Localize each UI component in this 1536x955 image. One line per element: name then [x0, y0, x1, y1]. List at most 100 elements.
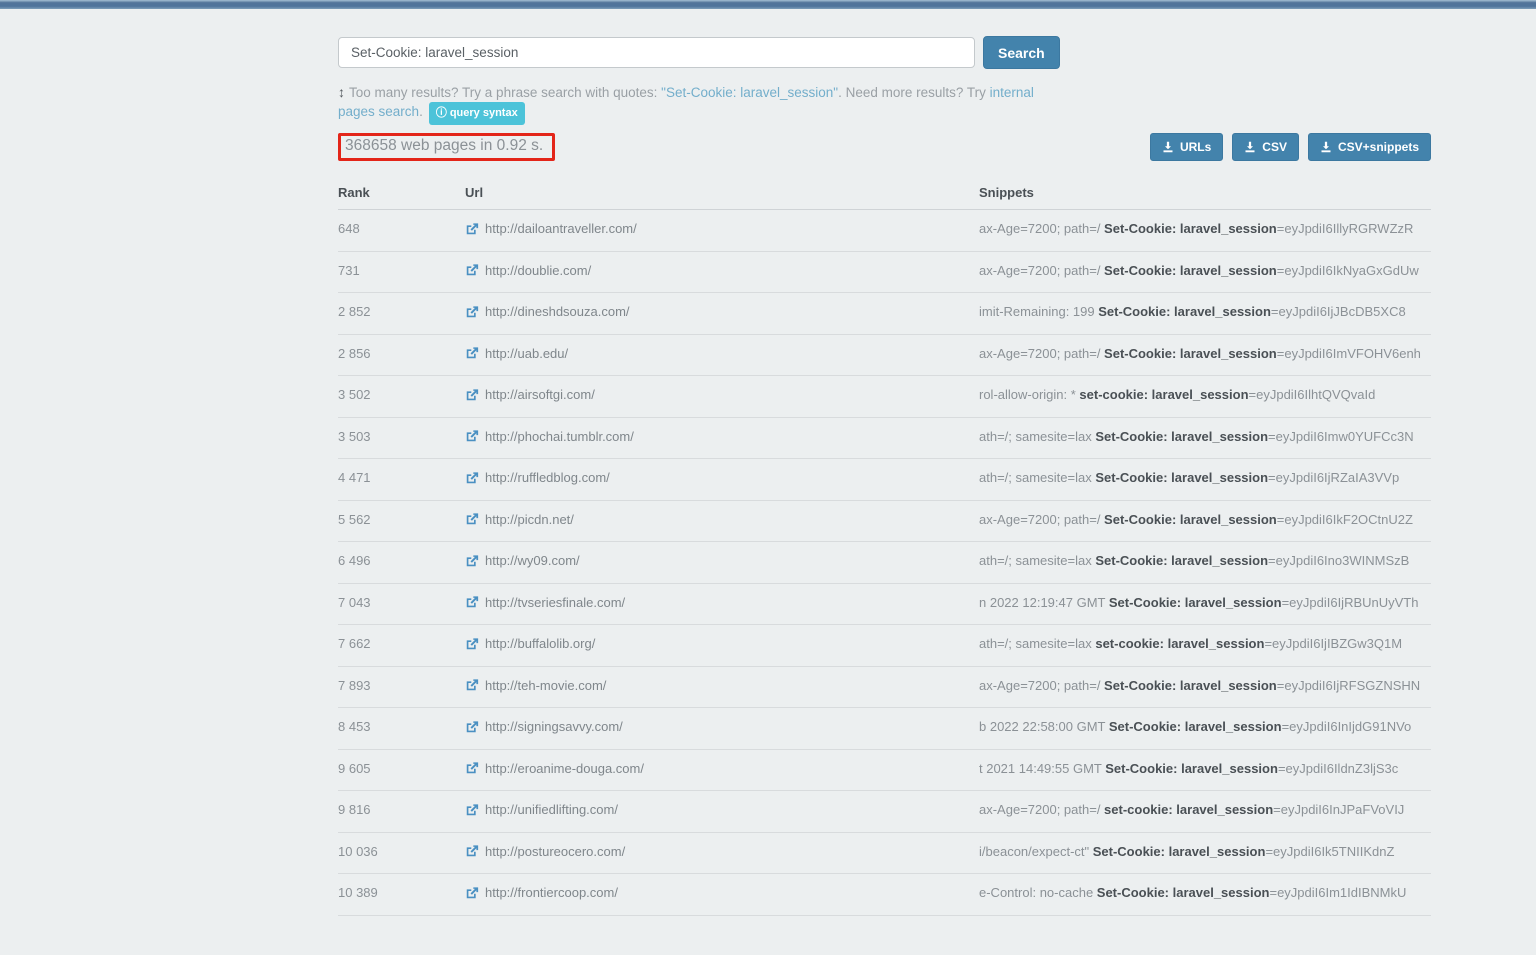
- table-row: 4 471 http://ruffledblog.com/ ath=/; sam…: [338, 459, 1431, 501]
- url-cell: http://postureocero.com/: [465, 832, 979, 874]
- table-row: 7 043 http://tvseriesfinale.com/ n 2022 …: [338, 583, 1431, 625]
- url-link[interactable]: http://signingsavvy.com/: [465, 717, 623, 736]
- snippet-prefix: ath=/; samesite=lax: [979, 470, 1095, 485]
- table-header-row: Rank Url Snippets: [338, 177, 1431, 210]
- snippet-cell: i/beacon/expect-ct" Set-Cookie: laravel_…: [979, 832, 1431, 874]
- export-csv-snippets-label: CSV+snippets: [1338, 140, 1419, 154]
- url-text: http://eroanime-douga.com/: [485, 759, 644, 778]
- rank-cell: 7 893: [338, 666, 465, 708]
- url-cell: http://buffalolib.org/: [465, 625, 979, 667]
- url-link[interactable]: http://unifiedlifting.com/: [465, 800, 618, 819]
- hint-text-middle: . Need more results? Try: [838, 85, 990, 100]
- snippet-cell: ax-Age=7200; path=/ Set-Cookie: laravel_…: [979, 500, 1431, 542]
- search-input[interactable]: [338, 37, 975, 68]
- snippet-value: =eyJpdiI6IjJBcDB5XC8: [1271, 304, 1406, 319]
- search-button[interactable]: Search: [983, 36, 1060, 69]
- url-link[interactable]: http://airsoftgi.com/: [465, 385, 595, 404]
- snippets-header: Snippets: [979, 177, 1431, 210]
- snippet-cell: t 2021 14:49:55 GMT Set-Cookie: laravel_…: [979, 749, 1431, 791]
- url-link[interactable]: http://buffalolib.org/: [465, 634, 595, 653]
- url-cell: http://ruffledblog.com/: [465, 459, 979, 501]
- export-urls-button[interactable]: URLs: [1150, 133, 1223, 161]
- results-table: Rank Url Snippets 648 http://dailoantrav…: [338, 177, 1431, 916]
- top-accent-bar: [0, 0, 1536, 9]
- hint-text-after: .: [419, 104, 423, 119]
- snippet-highlight: Set-Cookie: laravel_session: [1104, 346, 1277, 361]
- rank-cell: 731: [338, 251, 465, 293]
- table-row: 3 502 http://airsoftgi.com/ rol-allow-or…: [338, 376, 1431, 418]
- updown-arrow-icon: ↕: [338, 84, 345, 100]
- external-link-icon: [465, 637, 479, 651]
- snippet-highlight: Set-Cookie: laravel_session: [1097, 885, 1270, 900]
- snippet-prefix: ath=/; samesite=lax: [979, 636, 1095, 651]
- url-link[interactable]: http://doublie.com/: [465, 261, 591, 280]
- url-text: http://dineshdsouza.com/: [485, 302, 630, 321]
- snippet-value: =eyJpdiI6IjRZaIA3VVp: [1268, 470, 1399, 485]
- rank-cell: 4 471: [338, 459, 465, 501]
- rank-cell: 2 852: [338, 293, 465, 335]
- rank-cell: 9 605: [338, 749, 465, 791]
- rank-cell: 10 389: [338, 874, 465, 916]
- url-link[interactable]: http://wy09.com/: [465, 551, 580, 570]
- snippet-cell: ax-Age=7200; path=/ Set-Cookie: laravel_…: [979, 334, 1431, 376]
- hint-text-before: Too many results? Try a phrase search wi…: [349, 85, 661, 100]
- url-link[interactable]: http://tvseriesfinale.com/: [465, 593, 625, 612]
- url-link[interactable]: http://uab.edu/: [465, 344, 568, 363]
- external-link-icon: [465, 844, 479, 858]
- url-link[interactable]: http://frontiercoop.com/: [465, 883, 618, 902]
- url-link[interactable]: http://eroanime-douga.com/: [465, 759, 644, 778]
- export-csv-snippets-button[interactable]: CSV+snippets: [1308, 133, 1431, 161]
- table-row: 10 389 http://frontiercoop.com/ e-Contro…: [338, 874, 1431, 916]
- url-link[interactable]: http://postureocero.com/: [465, 842, 625, 861]
- url-cell: http://teh-movie.com/: [465, 666, 979, 708]
- rank-header: Rank: [338, 177, 465, 210]
- snippet-highlight: Set-Cookie: laravel_session: [1095, 470, 1268, 485]
- rank-cell: 6 496: [338, 542, 465, 584]
- url-cell: http://dineshdsouza.com/: [465, 293, 979, 335]
- table-row: 9 816 http://unifiedlifting.com/ ax-Age=…: [338, 791, 1431, 833]
- url-link[interactable]: http://dineshdsouza.com/: [465, 302, 630, 321]
- query-syntax-badge[interactable]: ⓘquery syntax: [429, 102, 525, 125]
- snippet-prefix: e-Control: no-cache: [979, 885, 1097, 900]
- snippet-cell: ax-Age=7200; path=/ Set-Cookie: laravel_…: [979, 251, 1431, 293]
- snippet-value: =eyJpdiI6IllyRGRWZzR: [1277, 221, 1414, 236]
- snippet-highlight: Set-Cookie: laravel_session: [1105, 761, 1278, 776]
- snippet-highlight: Set-Cookie: laravel_session: [1093, 844, 1266, 859]
- external-link-icon: [465, 554, 479, 568]
- snippet-value: =eyJpdiI6IjIBZGw3Q1M: [1264, 636, 1402, 651]
- rank-cell: 7 043: [338, 583, 465, 625]
- url-link[interactable]: http://teh-movie.com/: [465, 676, 606, 695]
- snippet-highlight: Set-Cookie: laravel_session: [1095, 429, 1268, 444]
- external-link-icon: [465, 222, 479, 236]
- snippet-value: =eyJpdiI6IjRFSGZNSHN: [1277, 678, 1420, 693]
- snippet-prefix: rol-allow-origin: *: [979, 387, 1079, 402]
- snippet-cell: rol-allow-origin: * set-cookie: laravel_…: [979, 376, 1431, 418]
- url-link[interactable]: http://dailoantraveller.com/: [465, 219, 637, 238]
- table-row: 10 036 http://postureocero.com/ i/beacon…: [338, 832, 1431, 874]
- snippet-cell: b 2022 22:58:00 GMT Set-Cookie: laravel_…: [979, 708, 1431, 750]
- rank-cell: 10 036: [338, 832, 465, 874]
- url-cell: http://uab.edu/: [465, 334, 979, 376]
- url-link[interactable]: http://picdn.net/: [465, 510, 574, 529]
- snippet-value: =eyJpdiI6Ino3WINMSzB: [1268, 553, 1409, 568]
- snippet-prefix: ax-Age=7200; path=/: [979, 263, 1104, 278]
- snippet-value: =eyJpdiI6IkF2OCtnU2Z: [1277, 512, 1413, 527]
- snippet-value: =eyJpdiI6Ik5TNIIKdnZ: [1265, 844, 1394, 859]
- rank-cell: 648: [338, 210, 465, 252]
- snippet-highlight: Set-Cookie: laravel_session: [1098, 304, 1271, 319]
- snippet-prefix: ax-Age=7200; path=/: [979, 802, 1104, 817]
- url-link[interactable]: http://phochai.tumblr.com/: [465, 427, 634, 446]
- external-link-icon: [465, 388, 479, 402]
- snippet-value: =eyJpdiI6Im1IdIBNMkU: [1269, 885, 1406, 900]
- external-link-icon: [465, 595, 479, 609]
- url-text: http://airsoftgi.com/: [485, 385, 595, 404]
- phrase-search-link[interactable]: "Set-Cookie: laravel_session": [661, 85, 838, 100]
- url-link[interactable]: http://ruffledblog.com/: [465, 468, 610, 487]
- url-text: http://phochai.tumblr.com/: [485, 427, 634, 446]
- export-csv-button[interactable]: CSV: [1232, 133, 1299, 161]
- url-cell: http://frontiercoop.com/: [465, 874, 979, 916]
- url-cell: http://eroanime-douga.com/: [465, 749, 979, 791]
- search-results-page: Search ↕ Too many results? Try a phrase s…: [338, 9, 1431, 916]
- external-link-icon: [465, 263, 479, 277]
- snippet-highlight: Set-Cookie: laravel_session: [1104, 678, 1277, 693]
